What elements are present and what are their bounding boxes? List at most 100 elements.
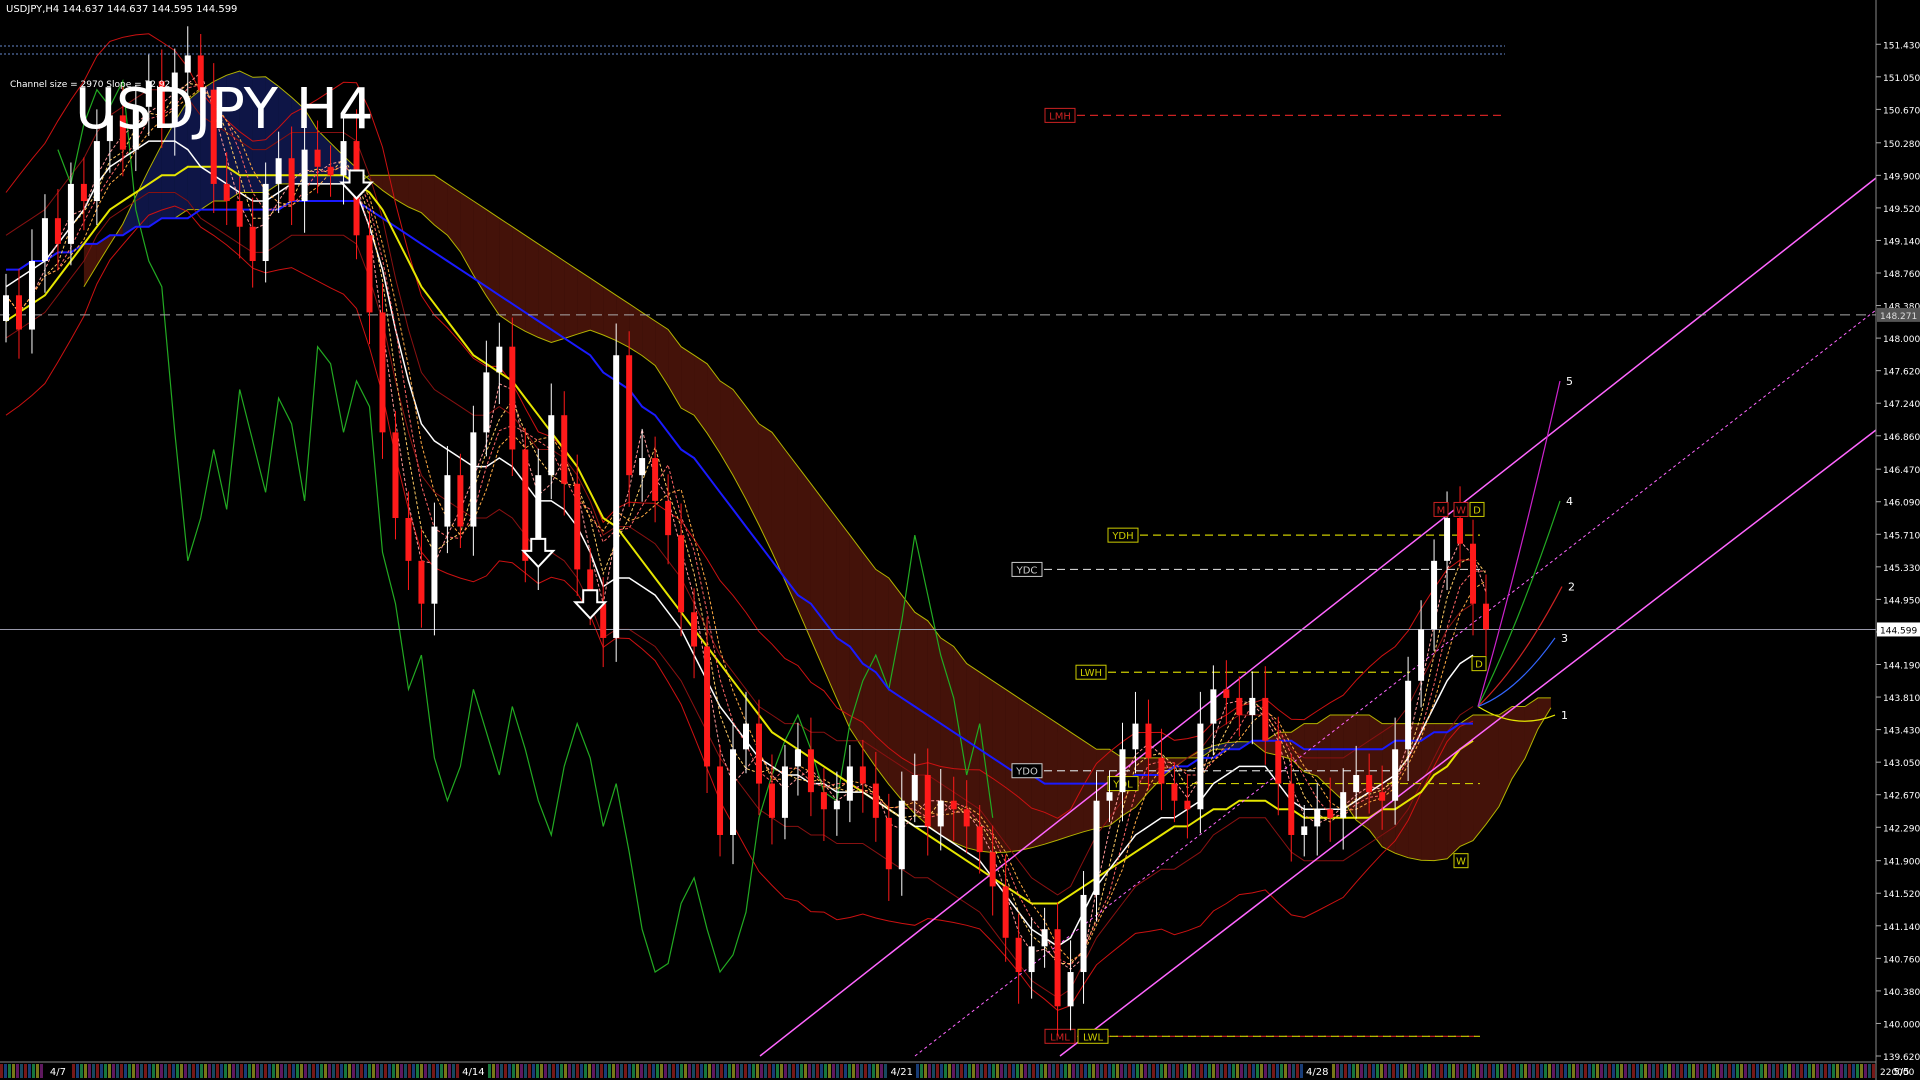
candle-body — [1054, 929, 1061, 1007]
volume-bar — [664, 1064, 667, 1078]
volume-bar — [1072, 1064, 1075, 1078]
volume-bar — [756, 1064, 759, 1078]
cloud-segment — [616, 295, 630, 348]
volume-bar — [1088, 1064, 1091, 1078]
volume-bar — [380, 1064, 383, 1078]
candle-body — [249, 226, 256, 262]
volume-bar — [1788, 1064, 1791, 1078]
volume-bar — [1100, 1064, 1103, 1078]
volume-bar — [748, 1064, 751, 1078]
volume-bar — [1432, 1064, 1435, 1078]
volume-bar — [752, 1064, 755, 1078]
volume-bar — [612, 1064, 615, 1078]
volume-bar — [732, 1064, 735, 1078]
volume-bar — [188, 1064, 191, 1078]
volume-bar — [368, 1064, 371, 1078]
volume-bar — [616, 1064, 619, 1078]
volume-bar — [1176, 1064, 1179, 1078]
volume-bar — [448, 1064, 451, 1078]
y-tick-label: 148.760 — [1883, 270, 1920, 280]
volume-bar — [960, 1064, 963, 1078]
candle-body — [275, 158, 282, 184]
y-tick-label: 143.050 — [1883, 759, 1920, 769]
volume-bar — [1656, 1064, 1659, 1078]
volume-bar — [632, 1064, 635, 1078]
candle-body — [768, 783, 775, 818]
candle-body — [963, 809, 970, 827]
volume-bar — [1016, 1064, 1019, 1078]
volume-bar — [264, 1064, 267, 1078]
volume-bar — [1768, 1064, 1771, 1078]
volume-bar — [928, 1064, 931, 1078]
candle-body — [93, 141, 100, 202]
volume-bar — [1196, 1064, 1199, 1078]
volume-bar — [136, 1064, 139, 1078]
y-tick-label: 142.290 — [1883, 824, 1920, 834]
volume-bar — [1496, 1064, 1499, 1078]
volume-bar — [552, 1064, 555, 1078]
volume-bar — [28, 1064, 31, 1078]
cloud-segment — [499, 218, 513, 324]
candle-body — [846, 766, 853, 801]
volume-bar — [1120, 1064, 1123, 1078]
y-tick-label: 145.330 — [1883, 564, 1920, 574]
candle-body — [3, 295, 9, 321]
y-tick-label: 150.670 — [1883, 106, 1920, 116]
volume-bar — [920, 1064, 923, 1078]
volume-bar — [160, 1064, 163, 1078]
volume-bar — [824, 1064, 827, 1078]
candle-body — [1236, 697, 1243, 716]
volume-bar — [84, 1064, 87, 1078]
volume-bar — [1040, 1064, 1043, 1078]
candle-body — [1366, 775, 1373, 793]
volume-bar — [584, 1064, 587, 1078]
volume-bar — [1480, 1064, 1483, 1078]
level-label-lmh: LMH — [1049, 111, 1071, 122]
volume-bar — [220, 1064, 223, 1078]
volume-bar — [1020, 1064, 1023, 1078]
volume-bar — [1380, 1064, 1383, 1078]
volume-bar — [112, 1064, 115, 1078]
y-tick-label: 149.900 — [1883, 172, 1920, 182]
volume-bar — [348, 1064, 351, 1078]
volume-bar — [1536, 1064, 1539, 1078]
cloud-segment — [551, 252, 565, 343]
candle-body — [1379, 792, 1386, 801]
volume-bar — [1764, 1064, 1767, 1078]
candle-body — [1470, 543, 1477, 604]
volume-bar — [528, 1064, 531, 1078]
volume-bar — [948, 1064, 951, 1078]
volume-bar — [840, 1064, 843, 1078]
volume-bar — [1464, 1064, 1467, 1078]
level-label-lml: LML — [1050, 1032, 1070, 1043]
y-tick-label: 143.430 — [1883, 727, 1920, 737]
volume-bar — [636, 1064, 639, 1078]
volume-bar — [100, 1064, 103, 1078]
volume-bar — [1648, 1064, 1651, 1078]
volume-bar — [684, 1064, 687, 1078]
volume-bar — [704, 1064, 707, 1078]
candle-body — [1158, 757, 1165, 784]
candle-body — [28, 261, 35, 330]
volume-bar — [1488, 1064, 1491, 1078]
y-tick-label: 151.050 — [1883, 74, 1920, 84]
volume-bar — [880, 1064, 883, 1078]
cloud-segment — [603, 286, 617, 341]
volume-bar — [548, 1064, 551, 1078]
volume-bar — [680, 1064, 683, 1078]
volume-bar — [1684, 1064, 1687, 1078]
candle-body — [833, 800, 840, 810]
volume-bar — [648, 1064, 651, 1078]
marker-label: M — [1437, 505, 1446, 516]
volume-bar — [144, 1064, 147, 1078]
volume-bar — [1452, 1064, 1455, 1078]
cloud-segment — [823, 500, 837, 700]
volume-bar — [1672, 1064, 1675, 1078]
volume-bar — [1444, 1064, 1447, 1078]
volume-bar — [724, 1064, 727, 1078]
candle-body — [327, 166, 334, 176]
volume-bar — [608, 1064, 611, 1078]
volume-bar — [352, 1064, 355, 1078]
volume-bar — [712, 1064, 715, 1078]
volume-bar — [1716, 1064, 1719, 1078]
